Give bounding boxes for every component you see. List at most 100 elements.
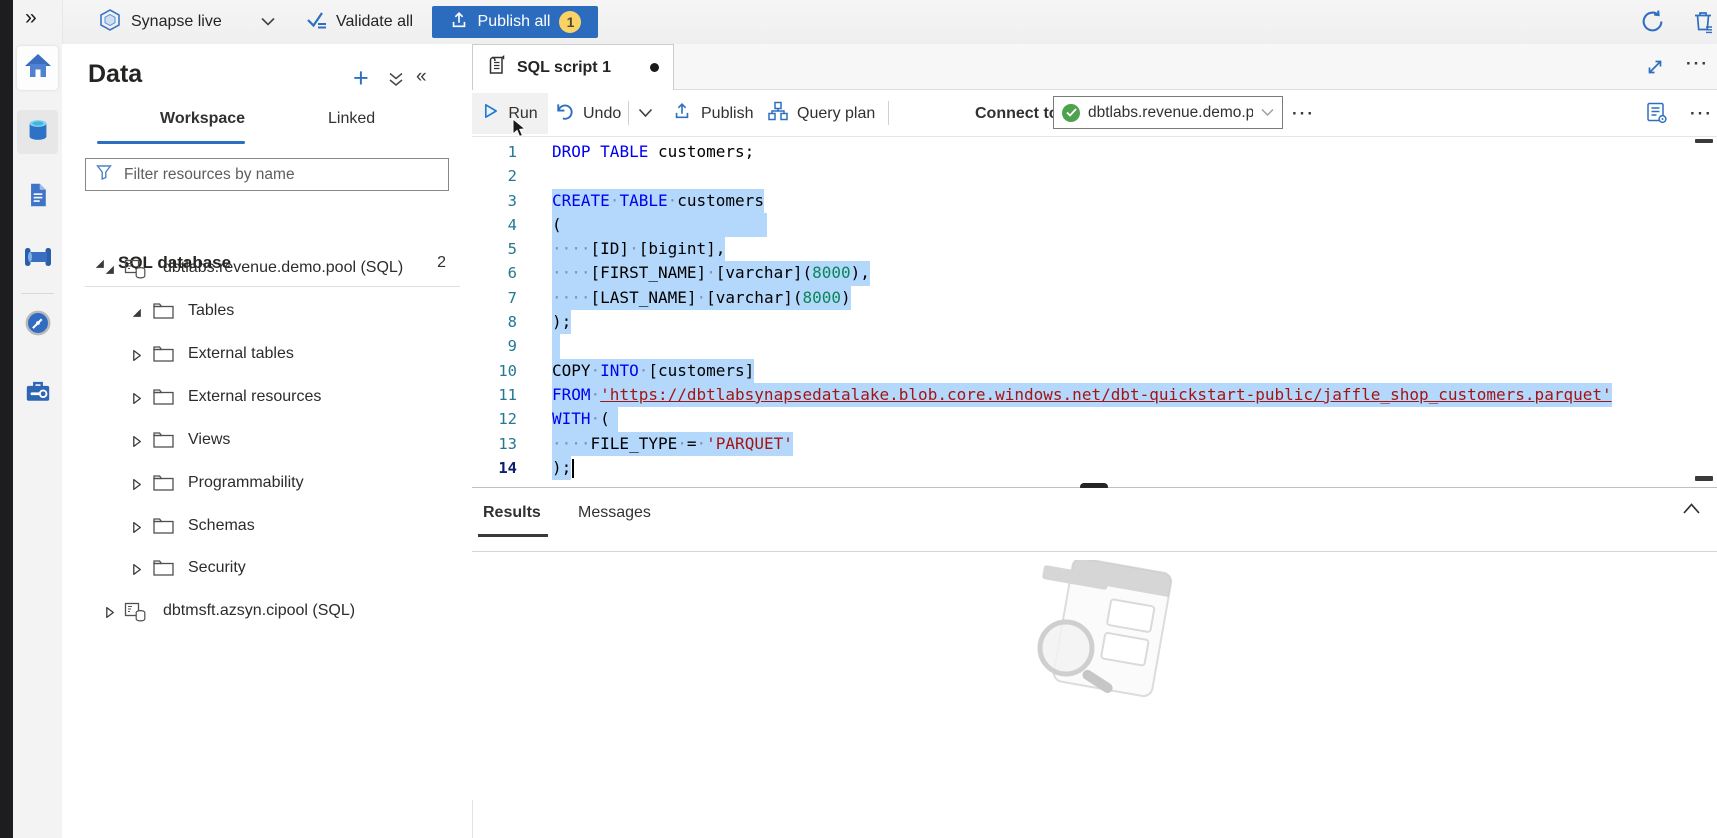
active-tab-indicator bbox=[97, 141, 245, 144]
validate-all-button[interactable]: Validate all bbox=[305, 6, 413, 38]
tree-item-dbtmsft-azsyn-cipool-sql[interactable]: dbtmsft.azsyn.cipool (SQL) bbox=[62, 591, 472, 633]
connection-name: dbtlabs.revenue.demo.pool bbox=[1088, 104, 1253, 122]
filter-resources-input[interactable] bbox=[122, 165, 438, 185]
tree-item-external-tables[interactable]: External tables bbox=[62, 334, 472, 376]
left-nav-rail: » bbox=[13, 0, 63, 838]
editor-toolbar: Run Undo Publish bbox=[472, 90, 1717, 137]
publish-all-label: Publish all bbox=[478, 13, 551, 31]
tab-linked[interactable]: Linked bbox=[320, 106, 383, 132]
collapse-all-icon[interactable] bbox=[388, 72, 404, 92]
publish-count-badge: 1 bbox=[559, 11, 581, 33]
line-number: 10 bbox=[472, 359, 517, 383]
sql-code-editor[interactable]: 1234567891011121314 DROP TABLE customers… bbox=[472, 137, 1717, 488]
collapsed-caret-icon[interactable] bbox=[130, 563, 143, 581]
filter-funnel-icon bbox=[96, 164, 112, 185]
connection-ok-icon bbox=[1062, 104, 1080, 122]
collapse-results-chevron-icon[interactable] bbox=[1682, 502, 1701, 520]
expanded-caret-icon[interactable] bbox=[130, 306, 143, 324]
code-line: ····[FIRST_NAME]·[varchar](8000), bbox=[552, 261, 1612, 285]
text-caret bbox=[572, 459, 574, 478]
collapsed-caret-icon[interactable] bbox=[130, 478, 143, 496]
connection-dropdown[interactable]: dbtlabs.revenue.demo.pool bbox=[1053, 96, 1283, 129]
code-line: ( bbox=[552, 213, 1612, 237]
code-line: WITH·( bbox=[552, 407, 1612, 431]
sidebar-item-data[interactable] bbox=[17, 110, 58, 154]
synapse-live-icon bbox=[98, 8, 122, 37]
publish-button[interactable]: Publish bbox=[672, 93, 753, 134]
refresh-icon[interactable] bbox=[1640, 9, 1665, 39]
sidebar-item-manage[interactable] bbox=[17, 371, 58, 415]
line-number: 13 bbox=[472, 432, 517, 456]
tree-item-dbtlabs-revenue-demo-pool-sql[interactable]: dbtlabs.revenue.demo.pool (SQL) bbox=[62, 248, 472, 290]
connect-to-label: Connect to bbox=[975, 93, 1059, 134]
code-line bbox=[552, 164, 1612, 188]
tree-item-tables[interactable]: Tables bbox=[62, 291, 472, 333]
sidebar-item-develop[interactable] bbox=[17, 175, 58, 219]
toolbar-overflow-icon[interactable]: ··· bbox=[1690, 93, 1713, 134]
collapsed-caret-icon[interactable] bbox=[130, 349, 143, 367]
code-line: CREATE·TABLE·customers bbox=[552, 189, 1612, 213]
code-line bbox=[552, 334, 1612, 358]
undo-label: Undo bbox=[583, 105, 621, 123]
synapse-studio-window: Synapse live Validate all Publish all 1 bbox=[0, 0, 1717, 838]
validate-all-label: Validate all bbox=[336, 13, 413, 31]
collapsed-caret-icon[interactable] bbox=[103, 606, 116, 624]
tab-sql-script-1[interactable]: SQL script 1 bbox=[472, 44, 674, 90]
sidebar-item-home[interactable] bbox=[17, 46, 58, 90]
collapsed-caret-icon[interactable] bbox=[130, 435, 143, 453]
tree-item-schemas[interactable]: Schemas bbox=[62, 506, 472, 548]
window-edge bbox=[0, 0, 13, 838]
tree-item-label: Views bbox=[188, 431, 230, 449]
publish-all-button[interactable]: Publish all 1 bbox=[432, 6, 598, 38]
code-line: DROP TABLE customers; bbox=[552, 140, 1612, 164]
code-line: ····[ID]·[bigint], bbox=[552, 237, 1612, 261]
run-button[interactable]: Run bbox=[472, 93, 548, 134]
line-number: 1 bbox=[472, 140, 517, 164]
folder-icon bbox=[153, 345, 174, 367]
collapsed-caret-icon[interactable] bbox=[130, 521, 143, 539]
run-options-chevron[interactable] bbox=[638, 93, 653, 134]
data-explorer-panel: Data + « Workspace Linked SQL database 2… bbox=[62, 44, 473, 838]
trash-icon[interactable] bbox=[1691, 9, 1715, 39]
overview-ruler-mark bbox=[1695, 476, 1713, 481]
tab-messages[interactable]: Messages bbox=[578, 504, 651, 522]
expand-editor-icon[interactable] bbox=[1645, 57, 1665, 82]
document-icon bbox=[25, 180, 51, 215]
toolbar-more-icon[interactable]: ··· bbox=[1292, 93, 1315, 134]
tab-workspace[interactable]: Workspace bbox=[152, 106, 253, 132]
chevron-down-icon bbox=[638, 105, 653, 123]
folder-icon bbox=[153, 302, 174, 324]
code-line: ····[LAST_NAME]·[varchar](8000) bbox=[552, 286, 1612, 310]
sidebar-item-monitor[interactable] bbox=[17, 303, 58, 347]
main-area: SQL script 1 ··· Run Undo bbox=[472, 44, 1717, 838]
mode-selector[interactable]: Synapse live bbox=[98, 6, 275, 38]
tree-item-programmability[interactable]: Programmability bbox=[62, 463, 472, 505]
sidebar-item-integrate[interactable] bbox=[17, 237, 58, 281]
document-tabstrip: SQL script 1 ··· bbox=[472, 44, 1717, 90]
line-number: 4 bbox=[472, 213, 517, 237]
tree-item-label: Security bbox=[188, 559, 246, 577]
add-resource-icon[interactable]: + bbox=[353, 63, 369, 94]
tree-item-external-resources[interactable]: External resources bbox=[62, 377, 472, 419]
tree-item-security[interactable]: Security bbox=[62, 548, 472, 590]
tab-more-actions-icon[interactable]: ··· bbox=[1686, 54, 1709, 74]
toolbar-divider bbox=[888, 101, 889, 125]
query-plan-button[interactable]: Query plan bbox=[768, 93, 875, 134]
expanded-caret-icon[interactable] bbox=[103, 263, 116, 281]
home-icon bbox=[23, 52, 53, 85]
overview-ruler-mark bbox=[1695, 139, 1713, 143]
query-plan-label: Query plan bbox=[797, 105, 875, 123]
tab-results[interactable]: Results bbox=[483, 504, 541, 522]
collapsed-caret-icon[interactable] bbox=[130, 392, 143, 410]
collapse-panel-icon[interactable]: « bbox=[416, 66, 427, 88]
publish-upload-icon bbox=[672, 101, 692, 126]
undo-button[interactable]: Undo bbox=[553, 93, 621, 134]
tree-item-views[interactable]: Views bbox=[62, 420, 472, 462]
gauge-icon bbox=[24, 309, 52, 342]
expand-rail-icon[interactable]: » bbox=[25, 6, 35, 30]
properties-icon[interactable] bbox=[1645, 101, 1669, 130]
code-line: FROM·'https://dbtlabsynapsedatalake.blob… bbox=[552, 383, 1612, 407]
line-number: 2 bbox=[472, 164, 517, 188]
chevron-down-icon[interactable] bbox=[261, 13, 275, 31]
no-results-illustration bbox=[994, 560, 1194, 715]
